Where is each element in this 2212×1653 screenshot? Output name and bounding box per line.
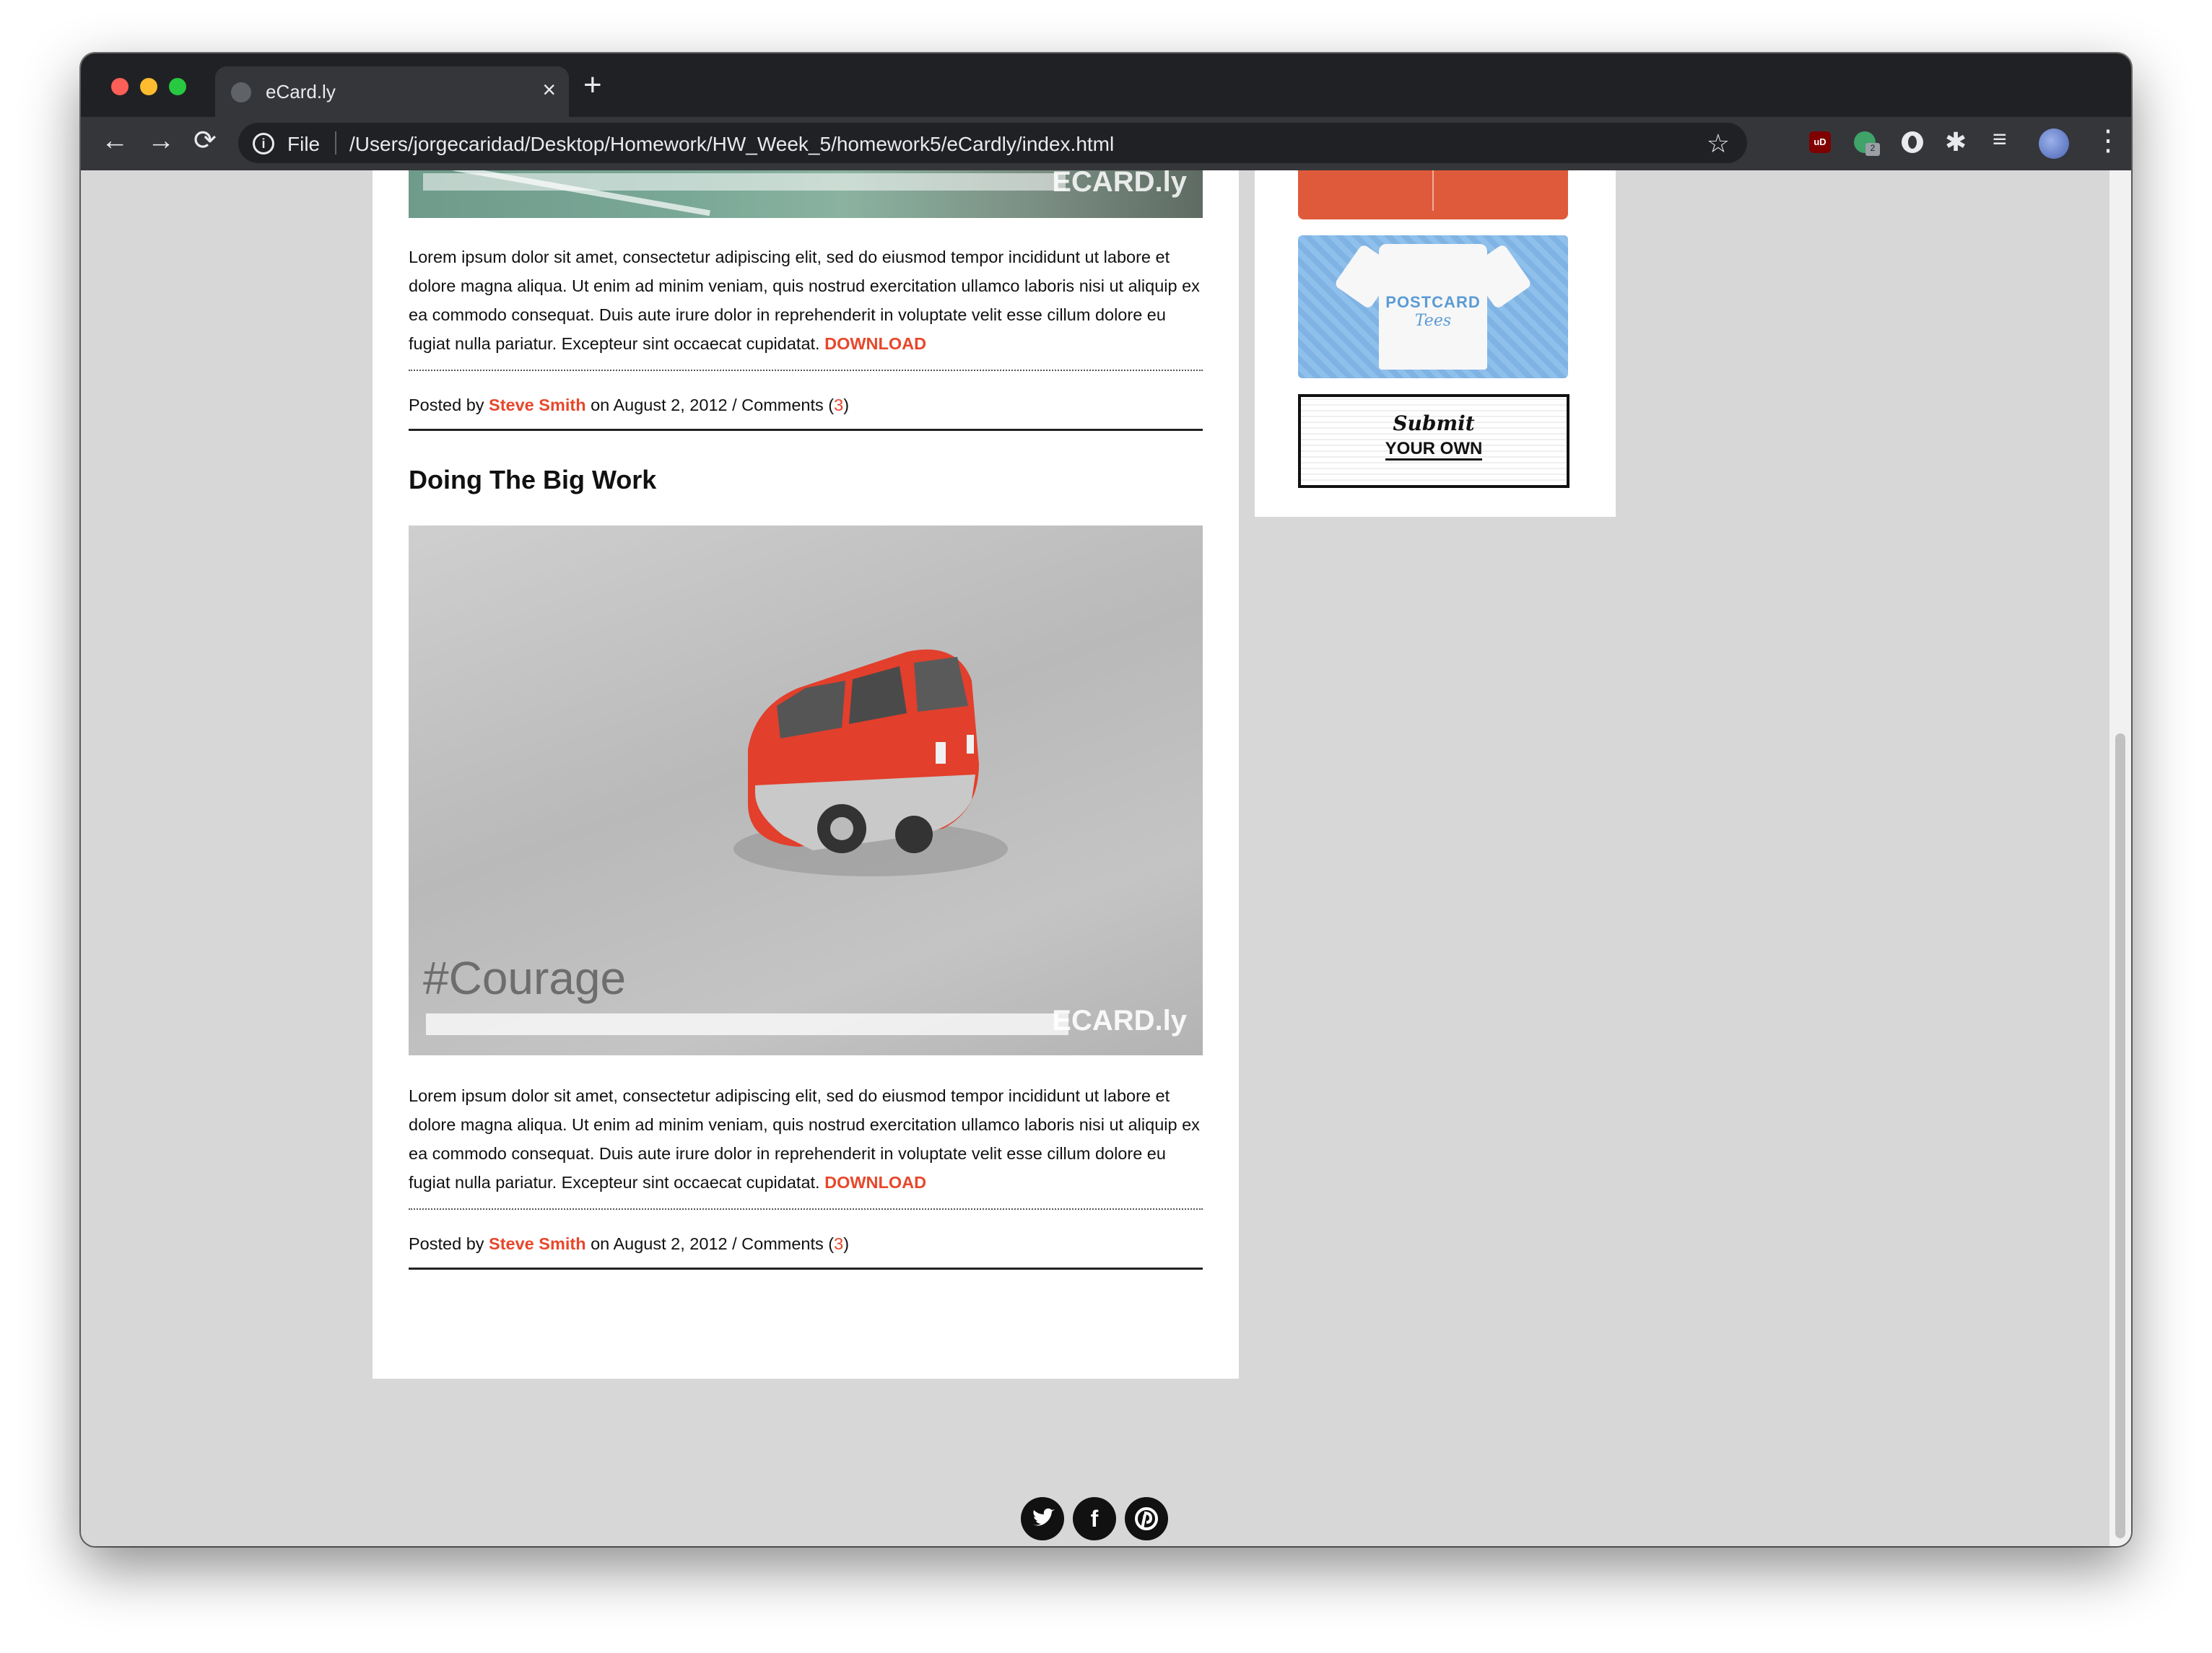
banner-divider bbox=[1432, 170, 1434, 211]
close-tab-icon[interactable]: × bbox=[542, 77, 556, 103]
globe-icon bbox=[231, 82, 251, 103]
tab-ecardly[interactable]: eCard.ly × bbox=[215, 66, 569, 117]
author-link[interactable]: Steve Smith bbox=[489, 396, 586, 414]
url-text[interactable]: /Users/jorgecaridad/Desktop/Homework/HW_… bbox=[349, 133, 1114, 156]
meta-prefix: Posted by bbox=[409, 396, 484, 414]
media-list-icon[interactable]: ≡ bbox=[1993, 126, 2007, 154]
post-divider bbox=[409, 429, 1203, 431]
forward-icon[interactable]: → bbox=[147, 127, 175, 154]
tees-subtitle: Tees bbox=[1414, 312, 1452, 330]
address-bar[interactable]: i File /Users/jorgecaridad/Desktop/Homew… bbox=[238, 123, 1747, 163]
facebook-icon[interactable]: f bbox=[1073, 1497, 1116, 1540]
scrollbar-track[interactable] bbox=[2109, 170, 2131, 1546]
meta-date: on August 2, 2012 / Comments ( bbox=[591, 396, 835, 414]
submit-your-own-banner[interactable]: Submit YOUR OWN bbox=[1298, 394, 1569, 488]
zoom-window-button[interactable] bbox=[169, 78, 186, 95]
meta-date: on August 2, 2012 / Comments ( bbox=[591, 1234, 835, 1253]
twitter-icon[interactable] bbox=[1021, 1497, 1064, 1540]
ublock-extension-icon[interactable]: uD bbox=[1809, 131, 1831, 153]
submit-subtitle: YOUR OWN bbox=[1301, 439, 1567, 461]
page-viewport: ECARD.ly Lorem ipsum dolor sit amet, con… bbox=[81, 170, 2131, 1546]
meta-prefix: Posted by bbox=[409, 1234, 484, 1253]
tab-title: eCard.ly bbox=[266, 81, 336, 103]
download-link[interactable]: DOWNLOAD bbox=[824, 334, 926, 353]
reload-icon[interactable]: ⟳ bbox=[193, 127, 217, 154]
profile-avatar[interactable] bbox=[2039, 128, 2069, 159]
phone-extension-icon[interactable]: 2 bbox=[1854, 131, 1880, 156]
meta-suffix: ) bbox=[843, 1234, 850, 1253]
new-tab-button[interactable]: + bbox=[583, 69, 602, 101]
comment-count-link[interactable]: 3 bbox=[834, 1234, 843, 1253]
post-body-text: Lorem ipsum dolor sit amet, consectetur … bbox=[409, 1086, 1200, 1192]
sidebar: POSTCARD Tees Submit YOUR OWN bbox=[1255, 170, 1616, 517]
dotted-divider bbox=[409, 370, 1203, 371]
post-title[interactable]: Doing The Big Work bbox=[409, 465, 656, 495]
dotted-divider bbox=[409, 1208, 1203, 1210]
post-body: Lorem ipsum dolor sit amet, consectetur … bbox=[409, 1081, 1203, 1197]
post-body: Lorem ipsum dolor sit amet, consectetur … bbox=[409, 243, 1203, 358]
post-image: ECARD.ly bbox=[409, 170, 1203, 218]
main-column: ECARD.ly Lorem ipsum dolor sit amet, con… bbox=[373, 170, 1239, 1379]
browser-window: eCard.ly × + ← → ⟳ i File /Users/jorgeca… bbox=[81, 53, 2131, 1546]
image-hashtag: #Courage bbox=[423, 952, 627, 1004]
tab-strip: eCard.ly × + bbox=[81, 53, 2131, 117]
info-icon[interactable]: i bbox=[253, 133, 274, 154]
scrollbar-thumb[interactable] bbox=[2115, 733, 2125, 1538]
bookmark-star-icon[interactable]: ☆ bbox=[1707, 128, 1730, 159]
menu-icon[interactable]: ⋮ bbox=[2094, 124, 2122, 157]
tees-title: POSTCARD bbox=[1385, 293, 1481, 311]
close-window-button[interactable] bbox=[111, 78, 129, 95]
comment-count-link[interactable]: 3 bbox=[834, 396, 843, 414]
submit-subtitle-text: YOUR OWN bbox=[1385, 439, 1483, 461]
post-image: #Courage ECARD.ly bbox=[409, 525, 1203, 1055]
red-promo-banner[interactable] bbox=[1298, 170, 1568, 219]
meta-suffix: ) bbox=[843, 396, 850, 414]
browser-toolbar: ← → ⟳ i File /Users/jorgecaridad/Desktop… bbox=[81, 117, 2131, 170]
post-divider bbox=[409, 1268, 1203, 1270]
author-link[interactable]: Steve Smith bbox=[489, 1234, 586, 1253]
url-scheme: File bbox=[287, 133, 321, 155]
submit-title: Submit bbox=[1393, 411, 1475, 435]
twitter-bird-glyph bbox=[1032, 1508, 1055, 1526]
extension-badge: 2 bbox=[1865, 143, 1880, 156]
post-meta: Posted by Steve Smith on August 2, 2012 … bbox=[409, 396, 849, 415]
image-watermark: ECARD.ly bbox=[1052, 170, 1187, 198]
minimize-window-button[interactable] bbox=[140, 78, 157, 95]
post-body-text: Lorem ipsum dolor sit amet, consectetur … bbox=[409, 248, 1200, 353]
image-watermark: ECARD.ly bbox=[1052, 1005, 1187, 1037]
address-separator bbox=[335, 131, 336, 154]
pinterest-glyph bbox=[1135, 1507, 1158, 1530]
post-meta: Posted by Steve Smith on August 2, 2012 … bbox=[409, 1234, 849, 1254]
image-stripe bbox=[423, 173, 1066, 191]
pinterest-icon[interactable] bbox=[1125, 1497, 1168, 1540]
image-stripe bbox=[426, 1013, 1068, 1035]
download-link[interactable]: DOWNLOAD bbox=[824, 1173, 926, 1192]
circle-extension-icon[interactable] bbox=[1902, 131, 1923, 153]
puzzle-icon[interactable]: ✱ bbox=[1945, 127, 1967, 157]
postcard-tees-banner[interactable]: POSTCARD Tees bbox=[1298, 235, 1568, 378]
back-icon[interactable]: ← bbox=[101, 127, 129, 154]
